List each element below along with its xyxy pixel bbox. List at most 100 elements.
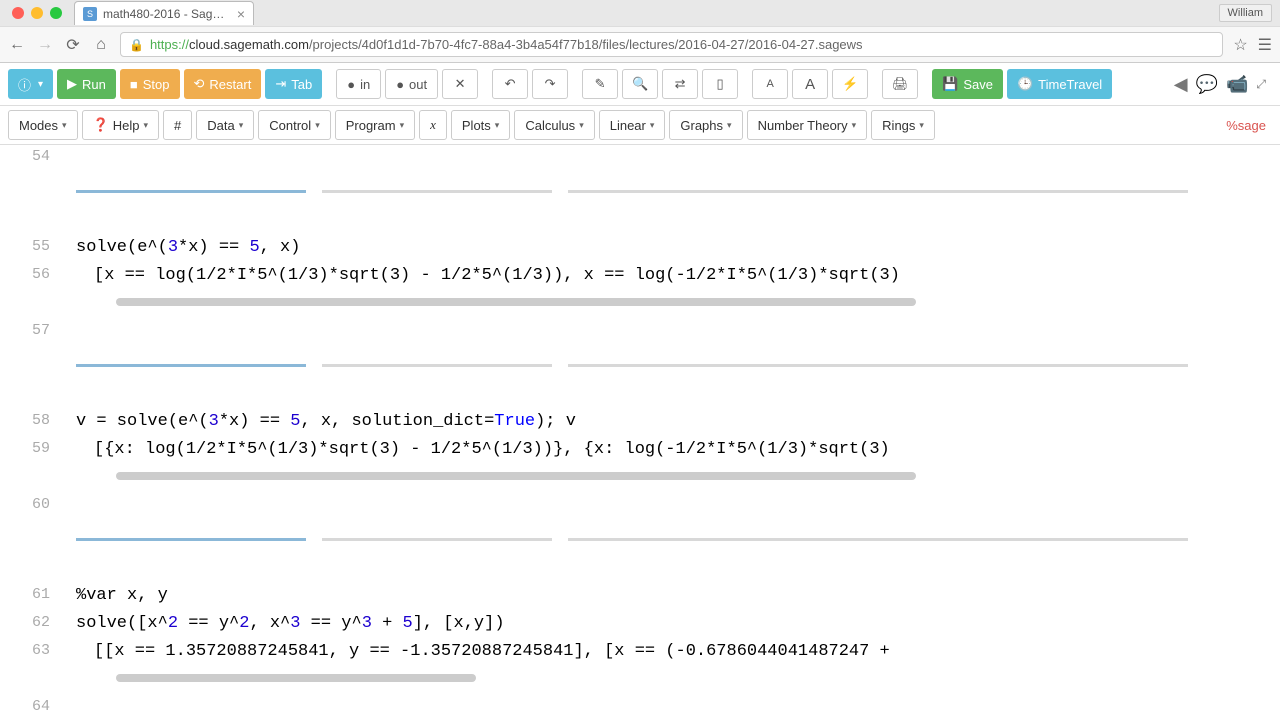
tt-label: TimeTravel xyxy=(1038,77,1102,92)
tab-bar: S math480-2016 - SageMat × William xyxy=(0,0,1280,26)
line-56[interactable]: 56 [x == log(1/2*I*5^(1/3)*sqrt(3) - 1/2… xyxy=(0,263,1280,291)
linear-menu[interactable]: Linear▾ xyxy=(599,110,666,140)
print-button[interactable]: 🖨 xyxy=(882,69,918,99)
code-58[interactable]: v = solve(e^(3*x) == 5, x, solution_dict… xyxy=(76,409,1280,434)
out-label: out xyxy=(409,77,427,92)
x-button[interactable]: x xyxy=(419,110,447,140)
code-55[interactable]: solve(e^(3*x) == 5, x) xyxy=(76,235,1280,260)
hscrollbar[interactable] xyxy=(116,674,476,682)
help-menu[interactable]: ❓ Help▾ xyxy=(82,110,159,140)
graphs-menu[interactable]: Graphs▾ xyxy=(669,110,742,140)
sage-mode-tag: %sage xyxy=(1226,118,1272,133)
edit-button[interactable]: ✎ xyxy=(582,69,618,99)
out-toggle[interactable]: ● out xyxy=(385,69,438,99)
tab-label: Tab xyxy=(291,77,312,92)
tab-title: math480-2016 - SageMat xyxy=(103,7,231,21)
gutter-57: 57 xyxy=(0,319,62,342)
modes-menu[interactable]: Modes▾ xyxy=(8,110,78,140)
url-text: https://cloud.sagemath.com/projects/4d0f… xyxy=(150,37,863,52)
code-61[interactable]: %var x, y xyxy=(76,583,1280,608)
program-menu[interactable]: Program▾ xyxy=(335,110,415,140)
restart-button[interactable]: ⟲ Restart xyxy=(184,69,262,99)
search-button[interactable]: 🔍 xyxy=(622,69,658,99)
gutter-64: 64 xyxy=(0,695,62,718)
menu-icon[interactable]: ☰ xyxy=(1258,35,1272,55)
timetravel-button[interactable]: 🕒 TimeTravel xyxy=(1007,69,1112,99)
chat-icon[interactable]: 💬 xyxy=(1196,74,1218,95)
reload-button[interactable]: ⟳ xyxy=(64,35,82,55)
forward-button[interactable]: → xyxy=(36,36,54,54)
gutter-54: 54 xyxy=(0,145,62,168)
line-58[interactable]: 58 v = solve(e^(3*x) == 5, x, solution_d… xyxy=(0,409,1280,437)
user-badge[interactable]: William xyxy=(1219,4,1272,22)
chat-caret-icon[interactable]: ◀ xyxy=(1174,74,1188,95)
line-59[interactable]: 59 [{x: log(1/2*I*5^(1/3)*sqrt(3) - 1/2*… xyxy=(0,437,1280,465)
save-button[interactable]: 💾 Save xyxy=(932,69,1003,99)
in-label: in xyxy=(360,77,370,92)
line-61[interactable]: 61 %var x, y xyxy=(0,583,1280,611)
line-62[interactable]: 62 solve([x^2 == y^2, x^3 == y^3 + 5], [… xyxy=(0,611,1280,639)
line-63[interactable]: 63 [[x == 1.35720887245841, y == -1.3572… xyxy=(0,639,1280,667)
gutter-63: 63 xyxy=(0,639,62,662)
undo-button[interactable]: ↶ xyxy=(492,69,528,99)
close-cell-button[interactable]: ✕ xyxy=(442,69,478,99)
worksheet[interactable]: 54 55 solve(e^(3*x) == 5, x) 56 [x == lo… xyxy=(0,145,1280,721)
bolt-button[interactable]: ⚡ xyxy=(832,69,868,99)
swap-button[interactable]: ⇄ xyxy=(662,69,698,99)
rings-menu[interactable]: Rings▾ xyxy=(871,110,935,140)
output-63: [[x == 1.35720887245841, y == -1.3572088… xyxy=(76,639,1280,664)
info-button[interactable]: ⓘ ▾ xyxy=(8,69,53,99)
back-button[interactable]: ← xyxy=(8,36,26,54)
close-window-button[interactable] xyxy=(12,7,24,19)
save-label: Save xyxy=(963,77,993,92)
browser-tab[interactable]: S math480-2016 - SageMat × xyxy=(74,1,254,25)
gutter-58: 58 xyxy=(0,409,62,432)
stop-button[interactable]: ■ Stop xyxy=(120,69,180,99)
tab-button[interactable]: ⇥Tab xyxy=(265,69,322,99)
run-label: Run xyxy=(82,77,106,92)
line-60[interactable]: 60 xyxy=(0,493,1280,583)
scroll-59 xyxy=(0,465,1280,493)
run-button[interactable]: ▶ Run xyxy=(57,69,116,99)
gutter-55: 55 xyxy=(0,235,62,258)
line-55[interactable]: 55 solve(e^(3*x) == 5, x) xyxy=(0,235,1280,263)
restart-label: Restart xyxy=(209,77,251,92)
gutter-59: 59 xyxy=(0,437,62,460)
hash-button[interactable]: # xyxy=(163,110,192,140)
calculus-menu[interactable]: Calculus▾ xyxy=(514,110,594,140)
star-icon[interactable]: ☆ xyxy=(1233,35,1247,55)
close-tab-icon[interactable]: × xyxy=(237,6,245,22)
font-decrease-button[interactable]: A xyxy=(752,69,788,99)
hscrollbar[interactable] xyxy=(116,298,916,306)
control-menu[interactable]: Control▾ xyxy=(258,110,330,140)
maximize-window-button[interactable] xyxy=(50,7,62,19)
data-menu[interactable]: Data▾ xyxy=(196,110,254,140)
chat-icons: ◀ 💬 📹 ⤢ xyxy=(1174,74,1272,95)
in-toggle[interactable]: ● in xyxy=(336,69,381,99)
font-increase-button[interactable]: A xyxy=(792,69,828,99)
stop-label: Stop xyxy=(143,77,170,92)
code-62[interactable]: solve([x^2 == y^2, x^3 == y^3 + 5], [x,y… xyxy=(76,611,1280,636)
gutter-60: 60 xyxy=(0,493,62,516)
plots-menu[interactable]: Plots▾ xyxy=(451,110,510,140)
lock-icon: 🔒 xyxy=(129,38,144,52)
redo-button[interactable]: ↷ xyxy=(532,69,568,99)
video-icon[interactable]: 📹 xyxy=(1226,74,1248,95)
hscrollbar[interactable] xyxy=(116,472,916,480)
url-box[interactable]: 🔒 https://cloud.sagemath.com/projects/4d… xyxy=(120,32,1223,57)
window-controls xyxy=(8,7,62,19)
line-64[interactable]: 64 xyxy=(0,695,1280,721)
scroll-63 xyxy=(0,667,1280,695)
gutter-56: 56 xyxy=(0,263,62,286)
url-path: /projects/4d0f1d1d-7b70-4fc7-88a4-3b4a54… xyxy=(309,37,863,52)
line-54[interactable]: 54 xyxy=(0,145,1280,235)
expand-icon[interactable]: ⤢ xyxy=(1256,77,1266,92)
line-57[interactable]: 57 xyxy=(0,319,1280,409)
number-theory-menu[interactable]: Number Theory▾ xyxy=(747,110,868,140)
split-button[interactable]: ▯ xyxy=(702,69,738,99)
home-button[interactable]: ⌂ xyxy=(92,36,110,54)
sagemath-favicon: S xyxy=(83,7,97,21)
url-scheme: https:// xyxy=(150,37,189,52)
gutter-62: 62 xyxy=(0,611,62,634)
minimize-window-button[interactable] xyxy=(31,7,43,19)
